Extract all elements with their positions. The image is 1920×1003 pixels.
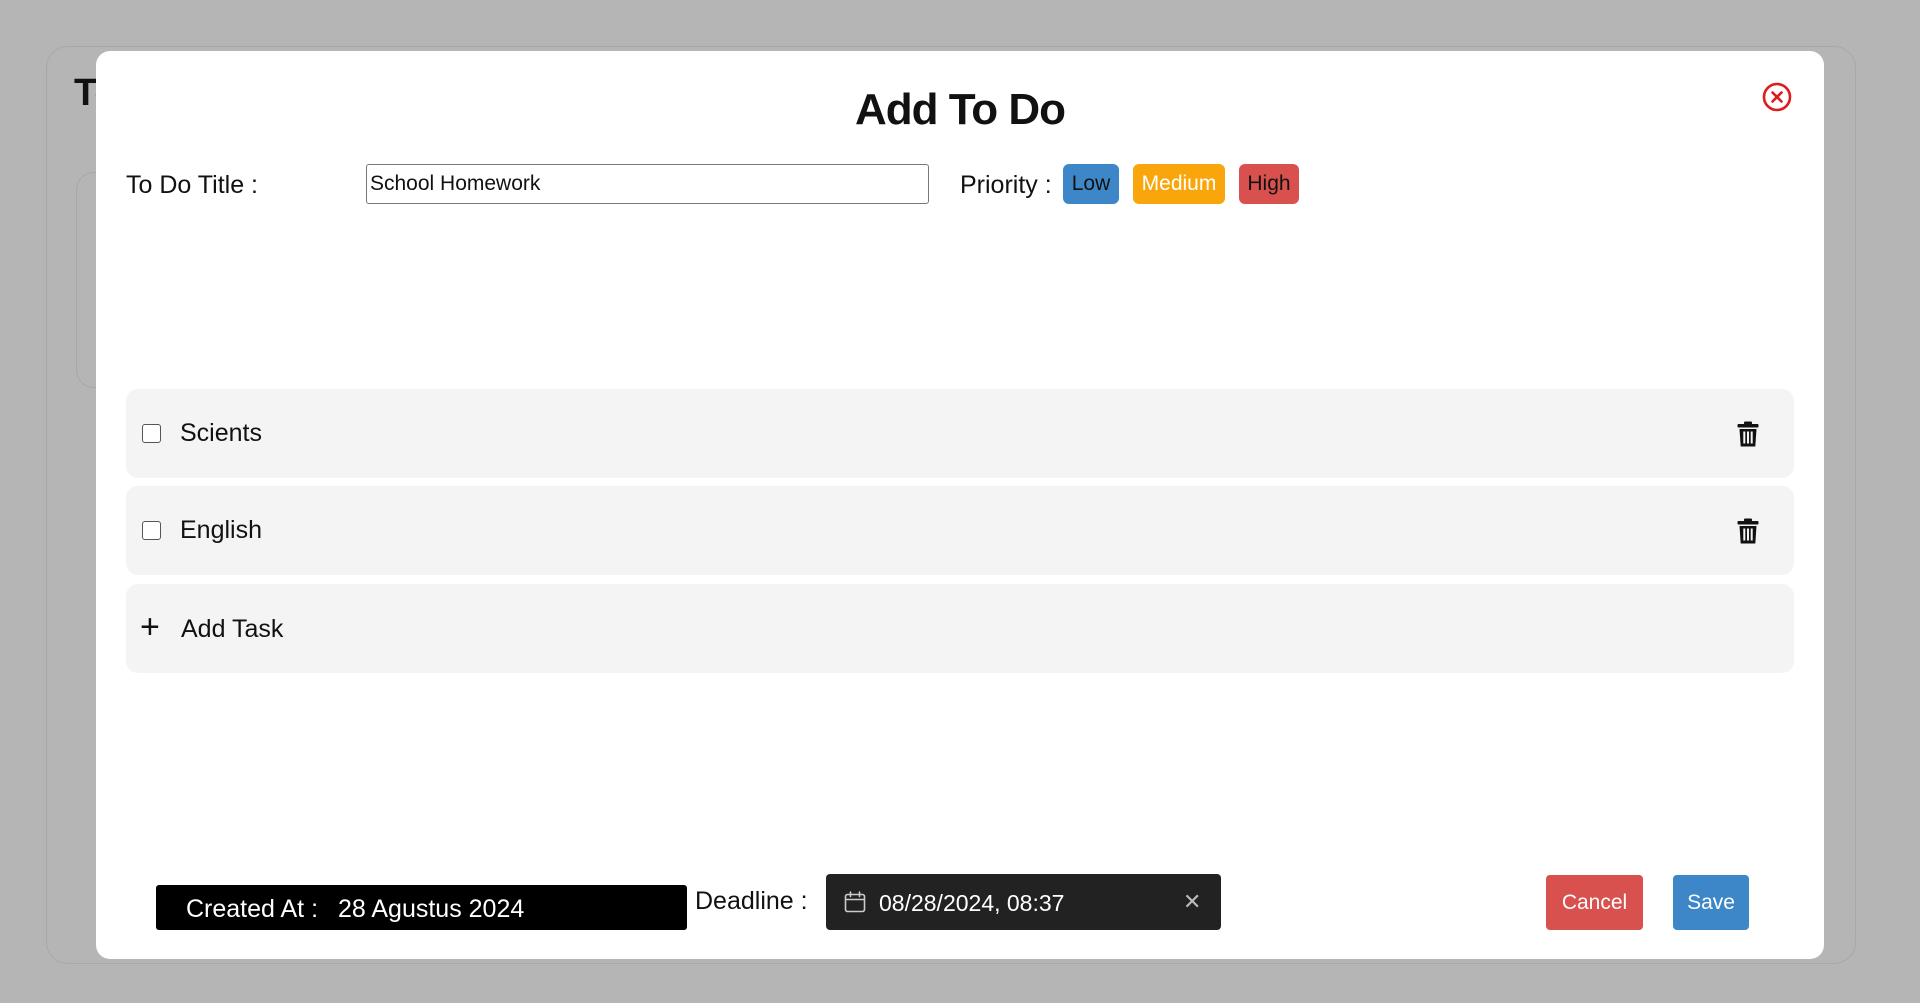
priority-medium-button[interactable]: Medium: [1133, 164, 1225, 204]
priority-low-button[interactable]: Low: [1063, 164, 1119, 204]
add-todo-modal: Add To Do To Do Title : Priority : Low M…: [96, 51, 1824, 959]
trash-icon[interactable]: [1737, 518, 1759, 544]
clear-icon[interactable]: ✕: [1183, 889, 1201, 915]
priority-label: Priority :: [960, 171, 1052, 199]
plus-icon: +: [140, 608, 160, 646]
trash-icon[interactable]: [1737, 421, 1759, 447]
task-checkbox[interactable]: [142, 521, 161, 540]
created-at-label: Created At :: [186, 895, 319, 923]
deadline-label: Deadline :: [695, 887, 808, 915]
deadline-datetime-input[interactable]: 08/28/2024, 08:37 ✕: [826, 874, 1221, 930]
add-task-label: Add Task: [181, 615, 284, 643]
add-task-button[interactable]: + Add Task: [126, 584, 1794, 673]
priority-high-button[interactable]: High: [1239, 164, 1299, 204]
todo-title-input[interactable]: [366, 164, 929, 204]
calendar-icon[interactable]: [844, 891, 866, 913]
deadline-value: 08/28/2024, 08:37: [879, 890, 1065, 916]
task-checkbox[interactable]: [142, 424, 161, 443]
todo-title-label: To Do Title :: [126, 171, 258, 199]
modal-title: Add To Do: [854, 85, 1066, 134]
save-button[interactable]: Save: [1673, 875, 1749, 930]
task-label: Scients: [180, 419, 262, 447]
task-row: Scients: [126, 389, 1794, 478]
task-label: English: [180, 516, 262, 544]
created-at-value: 28 Agustus 2024: [338, 895, 525, 923]
task-row: English: [126, 486, 1794, 575]
close-icon[interactable]: [1761, 81, 1793, 113]
created-at-box: Created At : 28 Agustus 2024: [156, 885, 687, 930]
cancel-button[interactable]: Cancel: [1546, 875, 1643, 930]
